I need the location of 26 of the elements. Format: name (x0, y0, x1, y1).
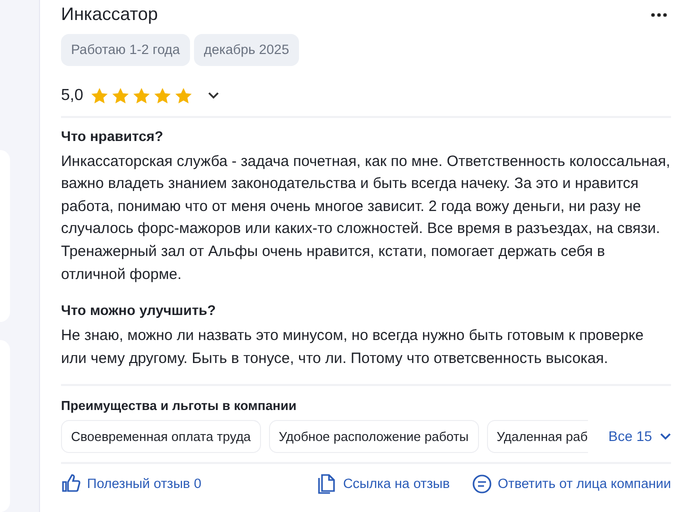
action-link[interactable]: Ответить от лица компании (472, 474, 671, 495)
star-icon (91, 88, 108, 104)
benefit-tag: Удобное расположение работы (268, 420, 479, 454)
action-link[interactable]: Ссылка на отзыв (317, 474, 450, 495)
star-icon (133, 88, 150, 104)
star-icon (175, 88, 192, 104)
tag: декабрь 2025 (194, 34, 300, 66)
review-text: Инкассаторская служба - задача почетная, как по мне. Ответственность колоссальная, важно владеть знанием законодательства и быть всегда начеку. За это и нравится работа, понимаю что от меня очень многое зависит. 2 года вожу деньги, ни разу не случалось форс-мажоров или каких-то сложностей. Все время в разъездах, на связи. Тренажерный зал от Альфы очень нравится, кстати, помогает держать себя в отличной форме. (61, 152, 671, 285)
review-text: Не знаю, можно ли назвать это минусом, но всегда нужно быть готовым к проверке или чему другому. Быть в тонусе, что ли. Потому что ответсвенность высокая. (61, 326, 645, 369)
tag: Работаю 1-2 года (61, 34, 190, 66)
benefit-tag: Удаленная раб (486, 420, 588, 454)
review-title: Инкассатор (61, 4, 158, 26)
thumbs-up-icon (61, 474, 81, 494)
rating-value: 5,0 (61, 86, 84, 106)
chevron-down-icon[interactable] (208, 92, 220, 100)
section-heading: Что можно улучшить? (61, 302, 217, 319)
action-link[interactable]: Полезный отзыв 0 (61, 474, 202, 495)
star-icon (112, 88, 130, 104)
document-icon (317, 474, 338, 494)
chat-icon (472, 474, 492, 494)
show-all-button[interactable]: Все 15 (608, 426, 671, 448)
section-heading: Что нравится? (61, 128, 164, 145)
chevron-down-icon (660, 433, 671, 440)
star-icon (154, 88, 172, 104)
benefits-heading: Преимущества и льготы в компании (61, 398, 298, 414)
benefit-tag: Своевременная оплата труда (61, 420, 261, 454)
